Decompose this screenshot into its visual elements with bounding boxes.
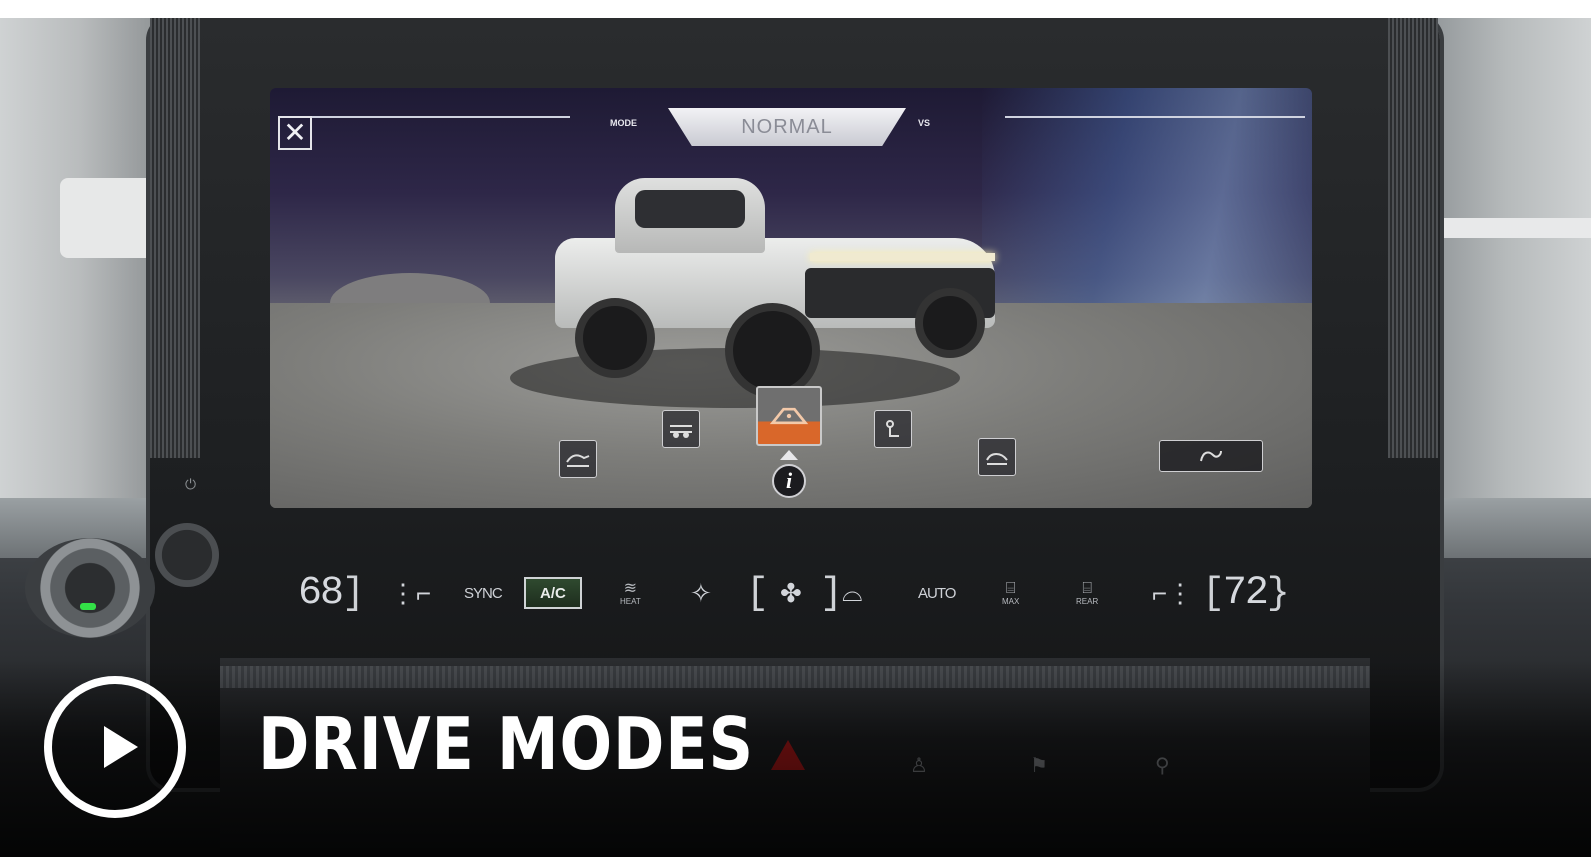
airflow-icon[interactable]: ✧: [690, 566, 712, 620]
truck-light-bar: [810, 253, 995, 261]
truck-wheel: [725, 303, 820, 398]
sync-button[interactable]: SYNC: [464, 566, 503, 620]
truck-wheel: [915, 288, 985, 358]
sky-aurora: [982, 88, 1312, 318]
recirculation-icon[interactable]: ⌓: [842, 566, 863, 620]
video-title: DRIVE MODES: [258, 702, 754, 786]
defrost-icon: ⌸: [1005, 579, 1016, 597]
vs-label: VS: [918, 118, 931, 128]
dashboard-trim: [1431, 218, 1591, 238]
rear-label: REAR: [1076, 596, 1099, 606]
climate-control-bar: 68] ⋮⌐ SYNC A/C ≋ HEAT ✧ [ ✤ ] ⌓ AUTO ⌸ …: [290, 566, 1300, 620]
normal-mode-icon: [769, 407, 809, 425]
tuning-knob[interactable]: [155, 523, 219, 587]
bezel-edge-left: [150, 18, 200, 458]
max-defrost-button[interactable]: ⌸ MAX: [1002, 566, 1019, 620]
off-road-mode-button[interactable]: [662, 410, 700, 448]
watts-to-freedom-button[interactable]: [1159, 440, 1263, 472]
watts-to-freedom-icon: [1200, 450, 1222, 462]
mode-indicator: NORMAL: [668, 108, 906, 146]
bezel-edge-right: [1388, 18, 1438, 458]
dashboard-right: [1421, 18, 1591, 538]
passenger-temp-value: 72: [1222, 570, 1269, 616]
play-button[interactable]: [44, 676, 186, 818]
bracket-icon: }: [1266, 571, 1290, 615]
max-label: MAX: [1002, 596, 1020, 606]
power-icon[interactable]: ⏻: [185, 476, 196, 493]
rear-defrost-icon: ⌸: [1082, 579, 1092, 597]
bracket-icon: [: [1202, 571, 1225, 615]
ac-button[interactable]: A/C: [524, 577, 582, 609]
dashboard-left: [0, 18, 160, 538]
driver-seat-heat-icon[interactable]: ⋮⌐: [390, 566, 431, 620]
heat-label: HEAT: [620, 596, 641, 606]
bracket-icon: [: [746, 571, 769, 615]
tow-mode-button[interactable]: [978, 438, 1016, 476]
dashboard-vent: [60, 178, 155, 258]
auto-button[interactable]: AUTO: [918, 566, 956, 620]
tow-mode-icon: [986, 453, 1008, 465]
truck-wheel: [575, 298, 655, 378]
hud-line-right: [1005, 116, 1305, 118]
driver-temp[interactable]: 68]: [298, 566, 365, 620]
my-mode-icon: [886, 420, 899, 437]
selected-caret-icon: [780, 450, 798, 460]
bracket-icon: ]: [342, 571, 365, 615]
my-mode-button[interactable]: [874, 410, 912, 448]
bracket-icon: ]: [820, 571, 843, 615]
heat-icon: ≋: [623, 579, 638, 597]
terrain-mode-button[interactable]: [559, 440, 597, 478]
normal-mode-button[interactable]: [756, 386, 822, 446]
terrain-mode-icon: [566, 454, 590, 467]
close-icon: ✕: [283, 117, 307, 148]
heat-button[interactable]: ≋ HEAT: [620, 566, 641, 620]
info-icon: i: [785, 468, 793, 493]
driver-temp-value: 68: [298, 570, 344, 616]
infotainment-screen: MODE NORMAL VS ✕ i: [270, 88, 1312, 508]
passenger-seat-heat-icon[interactable]: ⌐⋮: [1152, 566, 1193, 620]
mode-value: NORMAL: [741, 115, 833, 138]
hud-line-left: [280, 116, 570, 118]
info-button[interactable]: i: [772, 464, 806, 498]
passenger-temp[interactable]: [72}: [1202, 566, 1290, 620]
title-overlay: [0, 660, 1591, 857]
truck-image: [555, 168, 1005, 398]
mode-label: MODE: [610, 118, 637, 128]
rear-defrost-button[interactable]: ⌸ REAR: [1076, 566, 1098, 620]
close-button[interactable]: ✕: [278, 116, 312, 150]
truck-window: [635, 190, 745, 228]
volume-knob[interactable]: [25, 538, 155, 638]
indicator-light: [80, 603, 96, 610]
fan-icon[interactable]: ✤: [780, 566, 802, 620]
off-road-mode-icon: [670, 425, 692, 438]
